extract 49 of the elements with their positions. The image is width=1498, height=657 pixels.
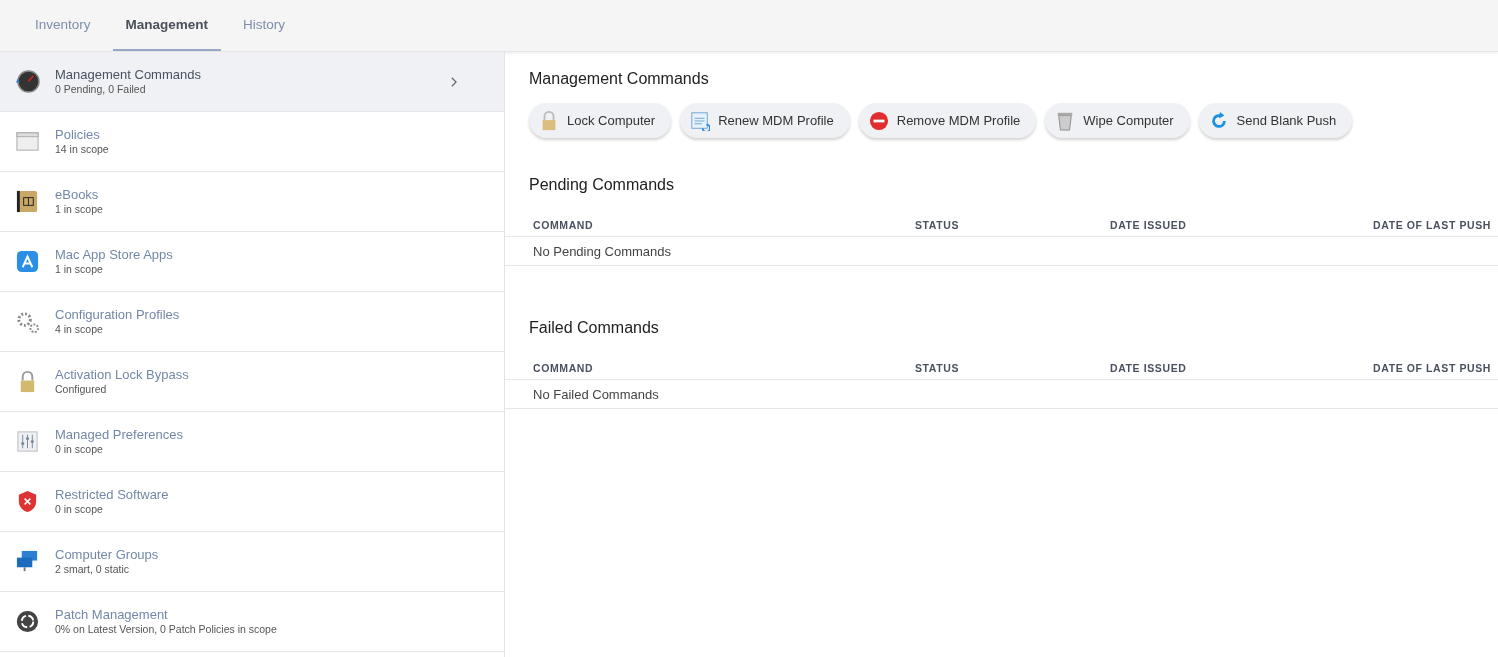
column-header: STATUS	[915, 219, 961, 231]
chevron-icon	[449, 75, 458, 88]
column-header: DATE ISSUED	[1110, 219, 1188, 231]
item-subtitle: 4 in scope	[55, 323, 104, 336]
item-subtitle: 1 in scope	[55, 203, 104, 216]
item-subtitle: Configured	[55, 383, 108, 396]
empty-message: No Pending Commands	[533, 243, 672, 259]
command-button[interactable]: Renew MDM Profile	[680, 103, 850, 138]
item-subtitle: 14 in scope	[55, 143, 110, 156]
column-header: COMMAND	[533, 219, 595, 231]
no-entry-icon	[868, 110, 889, 131]
sliders-icon	[15, 429, 40, 454]
item-subtitle: 0% on Latest Version, 0 Patch Policies in scope	[55, 623, 278, 636]
computers-icon	[15, 549, 40, 574]
item-title: Restricted Software	[55, 487, 170, 503]
command-button[interactable]: Send Blank Push	[1198, 103, 1353, 138]
item-title: Activation Lock Bypass	[55, 367, 190, 383]
item-title: Policies	[55, 127, 101, 143]
document-icon	[690, 110, 711, 131]
section-heading: Pending Commands	[529, 176, 675, 194]
item-title: Computer Groups	[55, 547, 160, 563]
column-header: DATE OF LAST PUSH	[1372, 362, 1492, 374]
item-title: Mac App Store Apps	[55, 247, 174, 263]
column-header: DATE OF LAST PUSH	[1372, 219, 1492, 231]
item-title: Configuration Profiles	[55, 307, 181, 323]
item-title: Management Commands	[55, 67, 202, 83]
item-subtitle: 0 Pending, 0 Failed	[55, 83, 147, 96]
gauge-icon	[15, 69, 40, 94]
column-header: DATE ISSUED	[1110, 362, 1188, 374]
item-subtitle: 2 smart, 0 static	[55, 563, 131, 576]
section-heading: Management Commands	[529, 70, 710, 88]
command-button[interactable]: Remove MDM Profile	[858, 103, 1037, 138]
command-button[interactable]: Lock Computer	[529, 103, 672, 138]
item-title: Patch Management	[55, 607, 169, 623]
column-header: COMMAND	[533, 362, 595, 374]
circular-arrows-icon	[15, 609, 40, 634]
item-subtitle: 0 in scope	[55, 443, 104, 456]
empty-message: No Failed Commands	[533, 386, 659, 402]
column-header: STATUS	[915, 362, 961, 374]
command-button[interactable]: Wipe Computer	[1045, 103, 1190, 138]
window-icon	[15, 129, 40, 154]
app-store-icon	[15, 249, 40, 274]
item-title: eBooks	[55, 187, 100, 203]
item-title: Managed Preferences	[55, 427, 184, 443]
item-subtitle: 1 in scope	[55, 263, 104, 276]
section-heading: Failed Commands	[529, 319, 660, 337]
item-subtitle: 0 in scope	[55, 503, 104, 516]
book-icon	[15, 189, 40, 214]
sidebar-item[interactable]: Management Commands 0 Pending, 0 Failed	[0, 52, 504, 112]
